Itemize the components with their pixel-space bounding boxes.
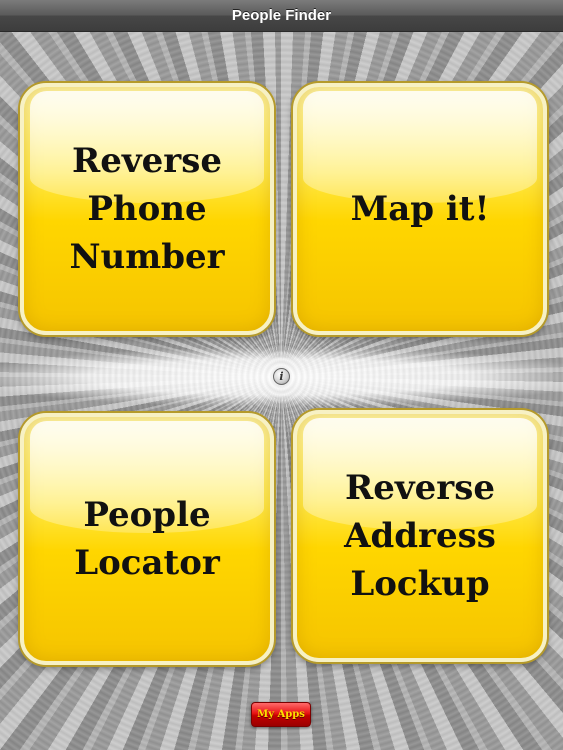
map-it-label: Map it! — [350, 189, 490, 229]
map-it-button[interactable]: Map it! — [293, 83, 547, 335]
my-apps-button[interactable]: My Apps — [251, 702, 311, 727]
my-apps-label: My Apps — [257, 709, 305, 720]
app-title: People Finder — [231, 7, 332, 24]
info-glyph: i — [279, 370, 284, 383]
info-icon[interactable]: i — [273, 368, 290, 385]
title-bar: People Finder — [0, 0, 563, 32]
reverse-address-lookup-label: Reverse Address Lockup — [344, 468, 496, 604]
people-locator-label: People Locator — [74, 495, 220, 583]
reverse-address-lookup-button[interactable]: Reverse Address Lockup — [293, 410, 547, 662]
reverse-phone-number-label: Reverse Phone Number — [69, 141, 225, 277]
screen: People Finder Reverse Phone Number Map i… — [0, 0, 563, 750]
reverse-phone-number-button[interactable]: Reverse Phone Number — [20, 83, 274, 335]
people-locator-button[interactable]: People Locator — [20, 413, 274, 665]
